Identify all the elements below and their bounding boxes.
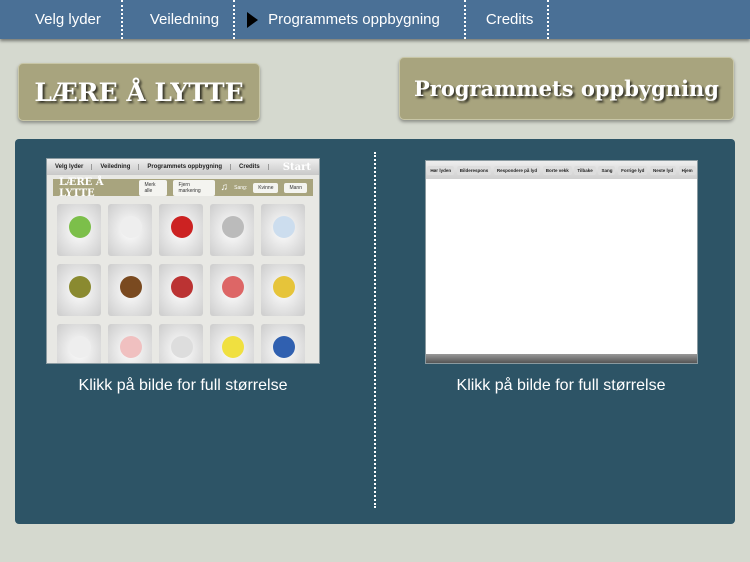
thumb-nav: Hør lyden Bilderespons Respondere på lyd Bo… (426, 161, 697, 179)
thumb-nav-item: Borte vekk (542, 165, 572, 175)
thumb-nav: Velg lyder Veiledning Programmets oppbyg… (47, 159, 319, 175)
sound-picture-icon (69, 216, 91, 238)
top-nav-bar: Velg lyder Veiledning Programmets oppbyg… (0, 0, 750, 39)
nav-divider (547, 0, 550, 39)
sound-tile (57, 204, 101, 256)
sound-picture-icon (222, 216, 244, 238)
programmets-oppbygning-button[interactable]: Programmets oppbygning (399, 57, 734, 120)
sound-tile (159, 264, 203, 316)
nav-programmets-oppbygning[interactable]: Programmets oppbygning (247, 0, 440, 39)
caption-right: Klikk på bilde for full størrelse (456, 377, 666, 394)
sound-picture-icon (273, 216, 295, 238)
nav-credits[interactable]: Credits (486, 0, 534, 39)
sound-tile (210, 324, 254, 363)
thumb-nav-item: Bilderespons (456, 165, 492, 175)
thumb-start: Start (282, 161, 311, 173)
thumb-nav-item: Programmets oppbygning (139, 164, 232, 170)
sound-tile (159, 204, 203, 256)
thumb-label: Sang: (234, 184, 248, 191)
sound-picture-icon (273, 336, 295, 358)
thumb-nav-item: Tilbake (574, 165, 596, 175)
sound-picture-icon (171, 216, 193, 238)
thumb-nav-item: Neste lyd (649, 165, 676, 175)
sound-tile (108, 204, 152, 256)
sound-picture-icon (120, 276, 142, 298)
sound-picture-icon (120, 336, 142, 358)
nav-divider (233, 0, 236, 39)
sound-picture-icon (273, 276, 295, 298)
sound-tile (108, 264, 152, 316)
screenshot-thumbnail-main[interactable]: Velg lyder Veiledning Programmets oppbyg… (46, 158, 320, 364)
panel-divider (374, 152, 376, 508)
active-arrow-icon (247, 11, 259, 28)
thumb-nav-item: Velg lyder (47, 164, 93, 170)
thumb-btn: Merk alle (139, 179, 168, 196)
nav-divider (463, 0, 466, 39)
laere-aa-lytte-button[interactable]: LÆRE Å LYTTE (18, 63, 260, 121)
thumb-header: LÆRE Å LYTTE Merk alle Fjern markering ♫… (53, 176, 313, 199)
thumb-btn: Fjern markering (173, 179, 215, 196)
sound-picture-icon (171, 276, 193, 298)
thumb-nav-item: Hjem (678, 165, 696, 175)
sound-picture-icon (222, 276, 244, 298)
sound-picture-icon (171, 336, 193, 358)
thumb-nav-item: Sang (598, 165, 616, 175)
nav-velg-lyder[interactable]: Velg lyder (35, 0, 101, 39)
thumb-nav-item: Credits (231, 164, 269, 170)
sound-picture-icon (69, 336, 91, 358)
sound-tile (57, 264, 101, 316)
sound-tile (57, 324, 101, 363)
music-note-icon: ♫ (220, 182, 229, 193)
sound-picture-icon (222, 336, 244, 358)
thumb-nav-item: Veiledning (92, 164, 140, 170)
sound-tile (261, 204, 305, 256)
thumb-grid (47, 200, 319, 363)
thumb-footer (426, 354, 697, 363)
sound-tile (108, 324, 152, 363)
nav-divider (120, 0, 123, 39)
sound-tile (261, 264, 305, 316)
caption-left: Klikk på bilde for full størrelse (78, 377, 288, 394)
sound-tile (261, 324, 305, 363)
thumb-nav-item: Forrige lyd (618, 165, 648, 175)
sound-tile (210, 204, 254, 256)
screenshot-thumbnail-structure[interactable]: Hør lyden Bilderespons Respondere på lyd Bo… (425, 160, 698, 364)
thumb-btn: Mann (284, 182, 307, 193)
sound-picture-icon (120, 216, 142, 238)
sound-picture-icon (69, 276, 91, 298)
nav-veiledning[interactable]: Veiledning (150, 0, 219, 39)
thumb-nav-item: Hør lyden (427, 165, 455, 175)
sound-tile (159, 324, 203, 363)
thumb-nav-item: Respondere på lyd (493, 165, 541, 175)
nav-label: Programmets oppbygning (268, 11, 440, 28)
thumb-title: LÆRE Å LYTTE (59, 176, 104, 199)
sound-tile (210, 264, 254, 316)
thumb-btn: Kvinne (253, 182, 279, 193)
